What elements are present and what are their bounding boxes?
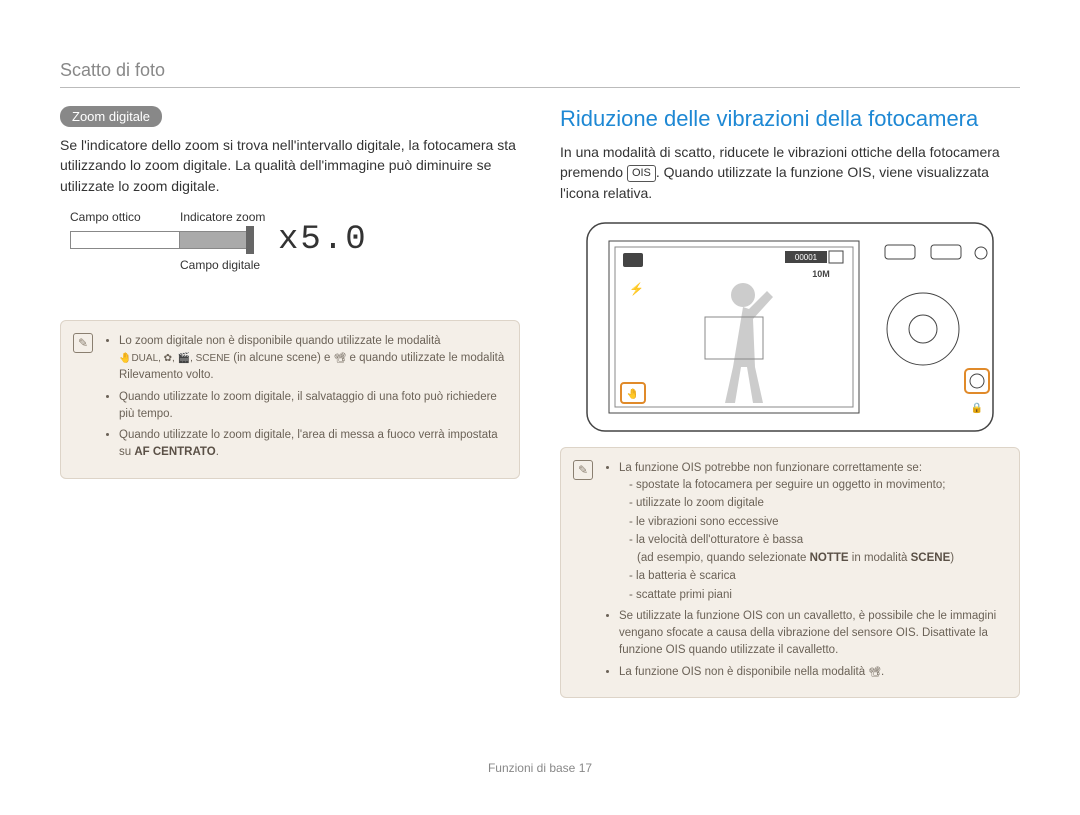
zoom-digitale-pill: Zoom digitale [60,106,162,127]
left-note-item-1: Lo zoom digitale non è disponibile quand… [119,333,505,385]
note-icon: ✎ [73,333,93,353]
ois-screen-icon: 🤚 [627,387,639,400]
video-icon: 📽 [334,351,347,366]
ois-intro-text: In una modalità di scatto, riducete le v… [560,142,1020,203]
page-header: Scatto di foto [60,60,1020,88]
left-note-item-2: Quando utilizzate lo zoom digitale, il s… [119,389,505,424]
zoom-indicator-label: Indicatore zoom [180,210,265,224]
optical-bar [70,231,180,249]
page-footer: Funzioni di base 17 [60,743,1020,775]
optical-range-label: Campo ottico [70,210,180,224]
shot-counter: 00001 [795,253,818,262]
content-columns: Zoom digitale Se l'indicatore dello zoom… [60,106,1020,743]
zoom-indicator [246,226,254,254]
resolution-label: 10M [812,269,830,279]
digital-bar [180,231,250,249]
svg-text:⚡: ⚡ [629,282,644,296]
zoom-intro-text: Se l'indicatore dello zoom si trova nell… [60,135,520,196]
ois-button-highlight [965,369,989,393]
lock-icon: 🔒 [971,402,983,414]
mode-icons: 🤚DUAL, ✿, 🎬, SCENE [119,351,230,366]
zoom-diagram: Campo ottico Indicatore zoom x5.0 Campo … [70,210,410,310]
ois-section-title: Riduzione delle vibrazioni della fotocam… [560,106,1020,132]
ois-key-label: OIS [627,165,656,182]
zoom-value: x5.0 [278,221,368,259]
right-note-item-2: Se utilizzate la funzione OIS con un cav… [619,608,1005,660]
left-note-box: ✎ Lo zoom digitale non è disponibile qua… [60,320,520,479]
right-note-box: ✎ La funzione OIS potrebbe non funzionar… [560,447,1020,698]
digital-range-label: Campo digitale [180,258,410,272]
note-icon: ✎ [573,460,593,480]
left-note-item-3: Quando utilizzate lo zoom digitale, l'ar… [119,427,505,462]
right-note-item-3: La funzione OIS non è disponibile nella … [619,664,1005,681]
video-icon: 📽 [868,665,881,680]
camera-back-illustration: 00001 10M ⚡ 🤚 [585,217,995,437]
right-column: Riduzione delle vibrazioni della fotocam… [560,106,1020,743]
right-note-item-1: La funzione OIS potrebbe non funzionare … [619,460,1005,604]
left-column: Zoom digitale Se l'indicatore dello zoom… [60,106,520,743]
